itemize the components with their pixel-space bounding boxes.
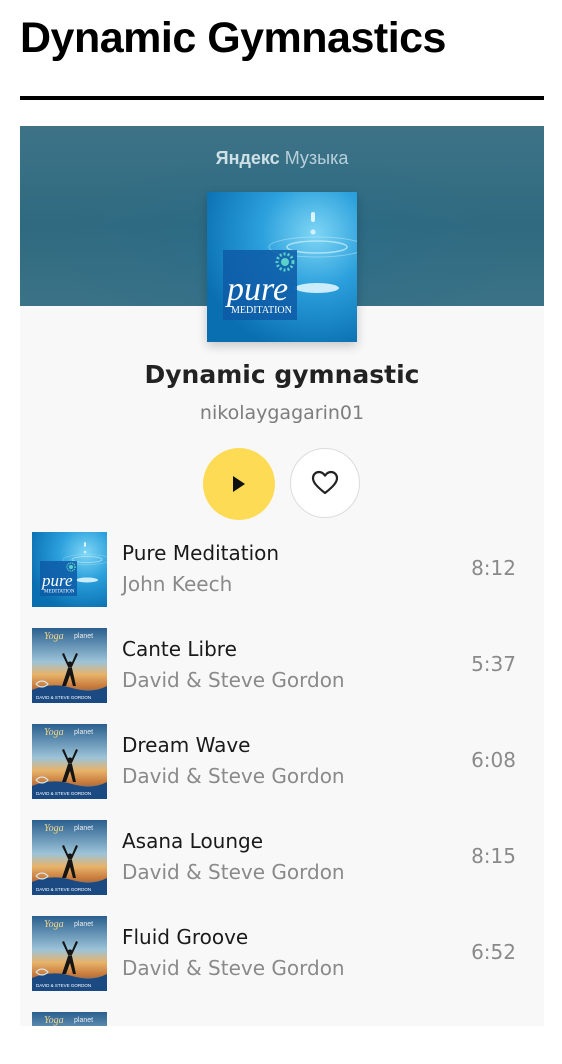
svg-text:pure: pure <box>41 571 73 590</box>
track-row[interactable]: Yoga planet DAVID & STEVE GORDON Fluid G… <box>20 912 544 1008</box>
track-artist[interactable]: David & Steve Gordon <box>122 860 345 884</box>
svg-text:pure: pure <box>225 271 288 308</box>
brand-name-bold: Яндекс <box>215 148 280 168</box>
track-duration: 8:12 <box>471 556 516 580</box>
track-duration: 6:08 <box>471 748 516 772</box>
track-title[interactable]: Fluid Groove <box>122 925 248 949</box>
heart-icon <box>311 470 339 495</box>
track-row[interactable]: Yoga planet DAVID & STEVE GORDON Dream W… <box>20 720 544 816</box>
svg-text:planet: planet <box>74 729 93 736</box>
svg-text:planet: planet <box>74 633 93 640</box>
yandex-music-widget: Яндекс Музыка pure MEDITATION Dynamic gy… <box>20 126 544 1026</box>
track-row[interactable]: Yoga planet DAVID & STEVE GORDON <box>20 1008 544 1026</box>
track-artist[interactable]: David & Steve Gordon <box>122 764 345 788</box>
track-list: pure MEDITATION Pure Meditation John Kee… <box>20 528 544 1026</box>
track-duration: 6:52 <box>471 940 516 964</box>
yoga-planet-artwork: Yoga planet DAVID & STEVE GORDON <box>32 916 107 991</box>
track-duration: 5:37 <box>471 652 516 676</box>
svg-text:DAVID & STEVE GORDON: DAVID & STEVE GORDON <box>36 791 91 796</box>
svg-text:DAVID & STEVE GORDON: DAVID & STEVE GORDON <box>36 887 91 892</box>
yoga-planet-artwork: Yoga planet DAVID & STEVE GORDON <box>32 820 107 895</box>
track-cover[interactable]: Yoga planet DAVID & STEVE GORDON <box>32 1012 107 1026</box>
brand-name-light: Музыка <box>284 148 349 168</box>
track-title[interactable]: Cante Libre <box>122 637 237 661</box>
svg-text:planet: planet <box>74 921 93 928</box>
svg-text:MEDITATION: MEDITATION <box>231 305 292 316</box>
yoga-planet-artwork: Yoga planet DAVID & STEVE GORDON <box>32 724 107 799</box>
track-row[interactable]: Yoga planet DAVID & STEVE GORDON Asana L… <box>20 816 544 912</box>
svg-text:Yoga: Yoga <box>44 823 64 834</box>
track-row[interactable]: pure MEDITATION Pure Meditation John Kee… <box>20 528 544 624</box>
svg-text:DAVID & STEVE GORDON: DAVID & STEVE GORDON <box>36 695 91 700</box>
page-title: Dynamic Gymnastics <box>20 14 446 62</box>
track-duration: 8:15 <box>471 844 516 868</box>
pure-meditation-artwork: pure MEDITATION <box>207 192 366 342</box>
track-title[interactable]: Dream Wave <box>122 733 250 757</box>
like-button[interactable] <box>290 448 360 518</box>
playlist-title[interactable]: Dynamic gymnastic <box>20 360 544 389</box>
track-cover[interactable]: Yoga planet DAVID & STEVE GORDON <box>32 916 107 991</box>
svg-text:planet: planet <box>74 1017 93 1024</box>
track-title[interactable]: Asana Lounge <box>122 829 263 853</box>
svg-text:Yoga: Yoga <box>44 919 64 930</box>
track-artist[interactable]: David & Steve Gordon <box>122 668 345 692</box>
yoga-planet-artwork: Yoga planet DAVID & STEVE GORDON <box>32 1012 107 1026</box>
svg-text:Yoga: Yoga <box>44 1015 64 1026</box>
pure-meditation-artwork: pure MEDITATION <box>32 532 112 607</box>
track-artist[interactable]: David & Steve Gordon <box>122 956 345 980</box>
track-cover[interactable]: Yoga planet DAVID & STEVE GORDON <box>32 628 107 703</box>
svg-text:DAVID & STEVE GORDON: DAVID & STEVE GORDON <box>36 983 91 988</box>
svg-text:Yoga: Yoga <box>44 631 64 642</box>
track-row[interactable]: Yoga planet DAVID & STEVE GORDON Cante L… <box>20 624 544 720</box>
play-button[interactable] <box>203 448 275 520</box>
play-icon <box>233 476 245 492</box>
track-artist[interactable]: John Keech <box>122 572 232 596</box>
svg-text:Yoga: Yoga <box>44 727 64 738</box>
track-cover[interactable]: Yoga planet DAVID & STEVE GORDON <box>32 724 107 799</box>
track-cover[interactable]: Yoga planet DAVID & STEVE GORDON <box>32 820 107 895</box>
playlist-owner[interactable]: nikolaygagarin01 <box>20 402 544 424</box>
yandex-music-logo[interactable]: Яндекс Музыка <box>20 148 544 169</box>
yoga-planet-artwork: Yoga planet DAVID & STEVE GORDON <box>32 628 107 703</box>
title-divider <box>20 96 544 100</box>
track-cover[interactable]: pure MEDITATION <box>32 532 112 607</box>
svg-text:MEDITATION: MEDITATION <box>44 590 75 595</box>
playlist-cover[interactable]: pure MEDITATION <box>207 192 366 342</box>
svg-text:planet: planet <box>74 825 93 832</box>
track-title[interactable]: Pure Meditation <box>122 541 279 565</box>
